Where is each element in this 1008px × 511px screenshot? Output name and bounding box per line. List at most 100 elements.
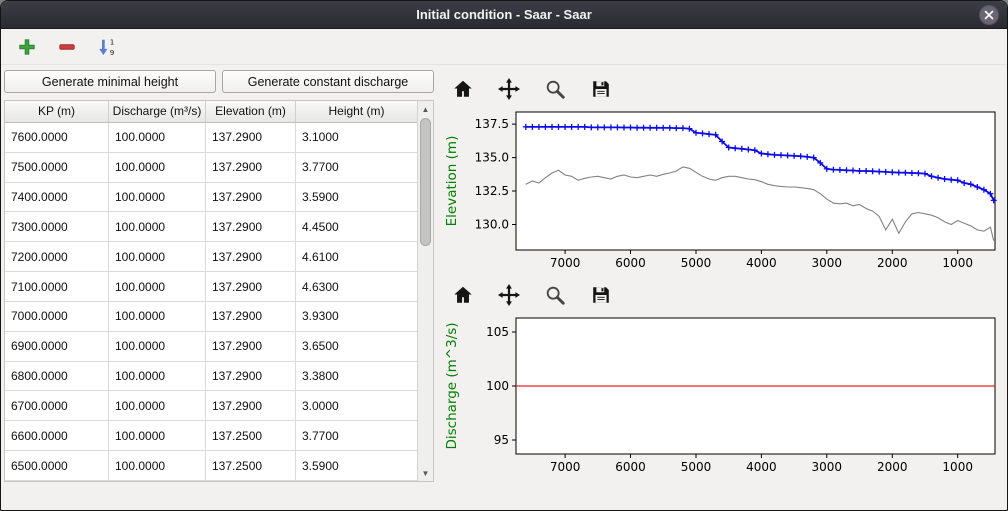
table-header-cell[interactable]: Discharge (m³/s) (109, 101, 206, 122)
table-row[interactable]: 6800.0000100.0000137.29003.3800 (5, 362, 417, 392)
table-row[interactable]: 6600.0000100.0000137.25003.7700 (5, 421, 417, 451)
zoom-button[interactable] (542, 76, 568, 102)
table-cell[interactable]: 4.6300 (296, 272, 417, 301)
table-cell[interactable]: 4.4500 (296, 212, 417, 241)
svg-text:130.0: 130.0 (475, 218, 509, 232)
table-row[interactable]: 7200.0000100.0000137.29004.6100 (5, 242, 417, 272)
generate-minimal-height-button[interactable]: Generate minimal height (4, 70, 216, 93)
table-cell[interactable]: 137.2900 (206, 391, 296, 420)
table-cell[interactable]: 6900.0000 (5, 332, 109, 361)
scrollbar-thumb[interactable] (420, 118, 431, 246)
table-cell[interactable]: 3.1000 (296, 123, 417, 152)
table-cell[interactable]: 137.2500 (206, 421, 296, 450)
table-cell[interactable]: 137.2900 (206, 153, 296, 182)
save-button[interactable] (588, 76, 614, 102)
table-cell[interactable]: 100.0000 (109, 451, 206, 480)
table-row[interactable]: 6900.0000100.0000137.29003.6500 (5, 332, 417, 362)
table-cell[interactable]: 100.0000 (109, 362, 206, 391)
table-cell[interactable]: 7000.0000 (5, 302, 109, 331)
table-cell[interactable]: 7200.0000 (5, 242, 109, 271)
table-cell[interactable]: 137.2900 (206, 242, 296, 271)
left-panel: Generate minimal height Generate constan… (4, 68, 434, 510)
svg-text:4000: 4000 (746, 460, 777, 474)
pan-button[interactable] (496, 282, 522, 308)
table-cell[interactable]: 100.0000 (109, 302, 206, 331)
save-button[interactable] (588, 282, 614, 308)
zoom-button[interactable] (542, 282, 568, 308)
add-row-button[interactable] (15, 35, 39, 59)
svg-text:1000: 1000 (942, 460, 973, 474)
remove-row-button[interactable] (55, 35, 79, 59)
table-row[interactable]: 7600.0000100.0000137.29003.1000 (5, 123, 417, 153)
table-header-cell[interactable]: Elevation (m) (206, 101, 296, 122)
table-cell[interactable]: 100.0000 (109, 242, 206, 271)
svg-text:5000: 5000 (681, 460, 712, 474)
table-cell[interactable]: 7600.0000 (5, 123, 109, 152)
table-cell[interactable]: 137.2900 (206, 123, 296, 152)
table-cell[interactable]: 100.0000 (109, 212, 206, 241)
table-cell[interactable]: 100.0000 (109, 183, 206, 212)
elevation-plot[interactable]: 7000600050004000300020001000137.5135.013… (438, 104, 1003, 276)
table-cell[interactable]: 3.5900 (296, 451, 417, 480)
scroll-up-icon[interactable]: ▲ (418, 102, 433, 116)
table-cell[interactable]: 6600.0000 (5, 421, 109, 450)
table-header-cell[interactable]: KP (m) (5, 101, 109, 122)
table-cell[interactable]: 137.2900 (206, 272, 296, 301)
table-cell[interactable]: 6500.0000 (5, 451, 109, 480)
discharge-plot[interactable]: 700060005000400030002000100010510095Disc… (438, 310, 1003, 480)
home-button[interactable] (450, 76, 476, 102)
table-cell[interactable]: 100.0000 (109, 421, 206, 450)
table-cell[interactable]: 7300.0000 (5, 212, 109, 241)
table-cell[interactable]: 137.2900 (206, 332, 296, 361)
table-cell[interactable]: 137.2900 (206, 212, 296, 241)
pan-button[interactable] (496, 76, 522, 102)
scroll-down-icon[interactable]: ▼ (418, 466, 433, 480)
table-vertical-scrollbar[interactable]: ▲ ▼ (417, 101, 433, 481)
table-header-cell[interactable]: Height (m) (296, 101, 417, 122)
table-cell[interactable]: 7400.0000 (5, 183, 109, 212)
generate-constant-discharge-button[interactable]: Generate constant discharge (222, 70, 434, 93)
table-cell[interactable]: 3.5900 (296, 183, 417, 212)
table-cell[interactable]: 100.0000 (109, 332, 206, 361)
table-cell[interactable]: 7500.0000 (5, 153, 109, 182)
svg-text:Elevation (m): Elevation (m) (444, 136, 460, 227)
table-cell[interactable]: 6800.0000 (5, 362, 109, 391)
main-area: Generate minimal height Generate constan… (1, 66, 1007, 510)
table-cell[interactable]: 4.6100 (296, 242, 417, 271)
table-row[interactable]: 7500.0000100.0000137.29003.7700 (5, 153, 417, 183)
initial-condition-window: Initial condition - Saar - Saar 1 9 (0, 0, 1008, 511)
app-toolbar: 1 9 (1, 29, 1007, 65)
svg-text:6000: 6000 (615, 256, 646, 270)
table-cell[interactable]: 137.2500 (206, 451, 296, 480)
table-cell[interactable]: 3.7700 (296, 421, 417, 450)
table-row[interactable]: 7000.0000100.0000137.29003.9300 (5, 302, 417, 332)
table-cell[interactable]: 100.0000 (109, 391, 206, 420)
table-cell[interactable]: 137.2900 (206, 183, 296, 212)
table-cell[interactable]: 6700.0000 (5, 391, 109, 420)
table-cell[interactable]: 3.3800 (296, 362, 417, 391)
home-button[interactable] (450, 282, 476, 308)
table-cell[interactable]: 137.2900 (206, 302, 296, 331)
table-cell[interactable]: 100.0000 (109, 153, 206, 182)
window-title: Initial condition - Saar - Saar (416, 7, 592, 22)
svg-text:7000: 7000 (550, 256, 581, 270)
table-cell[interactable]: 100.0000 (109, 123, 206, 152)
svg-text:3000: 3000 (812, 256, 843, 270)
svg-text:5000: 5000 (681, 256, 712, 270)
table-cell[interactable]: 3.9300 (296, 302, 417, 331)
table-row[interactable]: 7400.0000100.0000137.29003.5900 (5, 183, 417, 213)
table-cell[interactable]: 137.2900 (206, 362, 296, 391)
table-cell[interactable]: 3.6500 (296, 332, 417, 361)
table-row[interactable]: 6700.0000100.0000137.29003.0000 (5, 391, 417, 421)
table-row[interactable]: 6500.0000100.0000137.25003.5900 (5, 451, 417, 481)
table-row[interactable]: 7100.0000100.0000137.29004.6300 (5, 272, 417, 302)
table-row[interactable]: 7300.0000100.0000137.29004.4500 (5, 212, 417, 242)
titlebar[interactable]: Initial condition - Saar - Saar (1, 1, 1007, 29)
svg-text:1000: 1000 (942, 256, 973, 270)
close-button[interactable] (979, 5, 999, 25)
table-cell[interactable]: 3.7700 (296, 153, 417, 182)
table-cell[interactable]: 7100.0000 (5, 272, 109, 301)
table-cell[interactable]: 3.0000 (296, 391, 417, 420)
sort-rows-button[interactable]: 1 9 (95, 35, 119, 59)
table-cell[interactable]: 100.0000 (109, 272, 206, 301)
